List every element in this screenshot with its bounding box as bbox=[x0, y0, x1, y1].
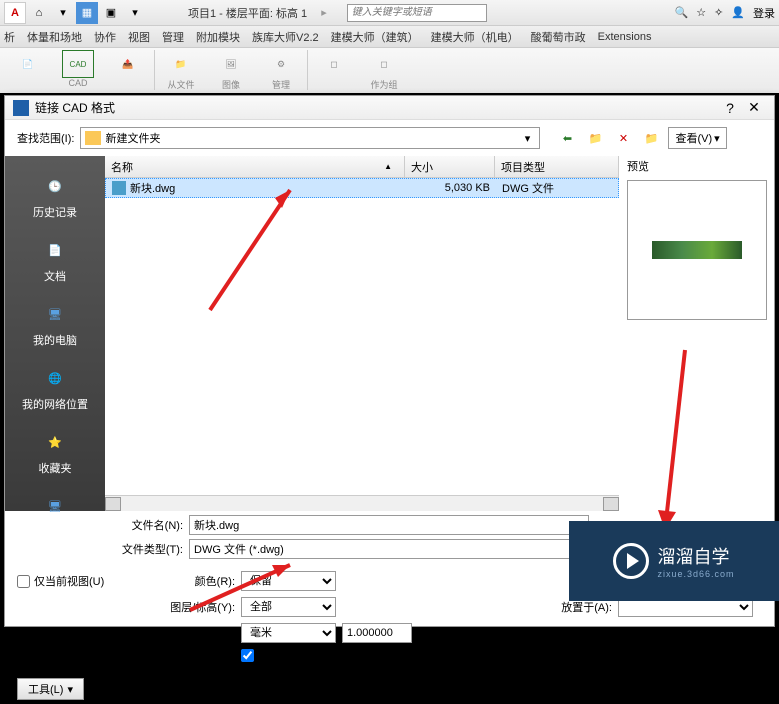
watermark-url: zixue.3d66.com bbox=[657, 569, 734, 579]
dialog-title-text: 链接 CAD 格式 bbox=[35, 99, 115, 116]
file-list-area: 名称 ▲ 大小 项目类型 新块.dwg 5,030 KB DWG 文件 bbox=[105, 156, 619, 511]
preview-label: 预览 bbox=[627, 156, 766, 176]
ribbon-tabs: 析 体量和场地 协作 视图 管理 附加模块 族库大师V2.2 建模大师（建筑） … bbox=[0, 26, 779, 48]
lookup-label: 查找范围(I): bbox=[17, 130, 74, 146]
color-label: 颜色(R): bbox=[157, 573, 235, 589]
tool-button[interactable]: ◻ bbox=[310, 50, 358, 78]
ribbon-tools: 📄 CADCAD 📤 📁从文件 🖼图像 ⚙管理 ◻ ◻作为组 bbox=[0, 48, 779, 93]
file-row[interactable]: 新块.dwg 5,030 KB DWG 文件 bbox=[105, 178, 619, 198]
path-dropdown[interactable]: 新建文件夹 ▾ bbox=[80, 127, 540, 149]
scroll-left-arrow[interactable] bbox=[105, 497, 121, 511]
sidebar-item-history[interactable]: 🕒 历史记录 bbox=[7, 164, 103, 226]
place-label: 放置于(A): bbox=[552, 599, 612, 615]
tab-item[interactable]: 管理 bbox=[162, 29, 184, 45]
app-logo-a[interactable]: A bbox=[4, 2, 26, 24]
path-text: 新建文件夹 bbox=[105, 130, 160, 146]
tool-button[interactable]: 🖼图像 bbox=[207, 50, 255, 91]
sidebar-item-favorites[interactable]: ⭐ 收藏夹 bbox=[7, 420, 103, 482]
horizontal-scrollbar[interactable] bbox=[105, 495, 619, 511]
back-button[interactable]: ⬅ bbox=[556, 127, 578, 149]
tool-button[interactable]: ⚙管理 bbox=[257, 50, 305, 91]
delete-icon[interactable]: ✕ bbox=[612, 127, 634, 149]
file-name: 新块.dwg bbox=[130, 180, 175, 196]
tab-item[interactable]: 协作 bbox=[94, 29, 116, 45]
sort-arrow-icon: ▲ bbox=[384, 162, 392, 171]
filetype-label: 文件类型(T): bbox=[117, 541, 183, 557]
tab-item[interactable]: 析 bbox=[4, 29, 15, 45]
document-title: 项目1 - 楼层平面: 标高 1 bbox=[188, 5, 307, 21]
layer-select[interactable]: 全部 bbox=[241, 597, 336, 617]
unit-label: 导入单位(S): bbox=[157, 625, 235, 641]
tool-button[interactable]: ◻作为组 bbox=[360, 50, 408, 91]
tab-item[interactable]: 附加模块 bbox=[196, 29, 240, 45]
close-button[interactable]: ✕ bbox=[742, 99, 766, 116]
preview-image bbox=[627, 180, 767, 320]
tab-item[interactable]: 体量和场地 bbox=[27, 29, 82, 45]
tab-item[interactable]: Extensions bbox=[598, 31, 652, 43]
tab-item[interactable]: 视图 bbox=[128, 29, 150, 45]
star-icon[interactable]: ☆ bbox=[696, 6, 706, 19]
computer-icon: 🖥 bbox=[39, 298, 71, 330]
file-list[interactable]: 新块.dwg 5,030 KB DWG 文件 bbox=[105, 178, 619, 495]
app-titlebar: A ⌂ ▾ ▦ ▣ ▾ 项目1 - 楼层平面: 标高 1 ▸ 🔍 ☆ ✧ 👤 登… bbox=[0, 0, 779, 26]
folder-icon bbox=[85, 131, 101, 145]
column-size[interactable]: 大小 bbox=[405, 156, 495, 177]
scroll-right-arrow[interactable] bbox=[603, 497, 619, 511]
tool-icon-2[interactable]: ▾ bbox=[124, 2, 146, 24]
dwg-file-icon bbox=[112, 181, 126, 195]
color-select[interactable]: 保留 bbox=[241, 571, 336, 591]
unit-number-input[interactable] bbox=[342, 623, 412, 643]
layer-label: 图层/标高(Y): bbox=[157, 599, 235, 615]
view-button[interactable]: 查看(V)▾ bbox=[668, 127, 726, 149]
file-size: 5,030 KB bbox=[406, 182, 496, 194]
tool-button-cad[interactable]: CADCAD bbox=[54, 50, 102, 88]
watermark-overlay: 溜溜自学 zixue.3d66.com bbox=[569, 521, 779, 601]
tab-item[interactable]: 建模大师（机电） bbox=[431, 29, 519, 45]
column-name[interactable]: 名称 ▲ bbox=[105, 156, 405, 177]
current-view-checkbox[interactable]: 仅当前视图(U) bbox=[17, 573, 157, 589]
tab-item[interactable]: 族库大师V2.2 bbox=[252, 29, 319, 45]
user-icon[interactable]: 👤 bbox=[731, 6, 745, 19]
history-icon: 🕒 bbox=[39, 170, 71, 202]
up-folder-icon[interactable]: 📁 bbox=[584, 127, 606, 149]
login-link[interactable]: 登录 bbox=[753, 5, 775, 21]
filetype-input[interactable] bbox=[189, 539, 589, 559]
favorites-icon: ⭐ bbox=[39, 426, 71, 458]
sidebar-item-documents[interactable]: 📄 文档 bbox=[7, 228, 103, 290]
tool-button[interactable]: 📁从文件 bbox=[157, 50, 205, 91]
sidebar-item-computer[interactable]: 🖥 我的电脑 bbox=[7, 292, 103, 354]
dialog-icon bbox=[13, 100, 29, 116]
tool-button[interactable]: 📄 bbox=[4, 50, 52, 78]
tab-item[interactable]: 建模大师（建筑） bbox=[331, 29, 419, 45]
tool-button[interactable]: 📤 bbox=[104, 50, 152, 78]
network-icon: 🌐 bbox=[39, 362, 71, 394]
file-list-header: 名称 ▲ 大小 项目类型 bbox=[105, 156, 619, 178]
tab-item[interactable]: 酸葡萄市政 bbox=[531, 29, 586, 45]
unit-select[interactable]: 毫米 bbox=[241, 623, 336, 643]
filename-label: 文件名(N): bbox=[117, 517, 183, 533]
dropdown-icon[interactable]: ▾ bbox=[52, 2, 74, 24]
chevron-down-icon[interactable]: ▾ bbox=[519, 132, 535, 145]
dialog-titlebar: 链接 CAD 格式 ? ✕ bbox=[5, 96, 774, 120]
layout-icon[interactable]: ▦ bbox=[76, 2, 98, 24]
help-button[interactable]: ? bbox=[718, 100, 742, 116]
watermark-title: 溜溜自学 bbox=[657, 543, 734, 569]
places-sidebar: 🕒 历史记录 📄 文档 🖥 我的电脑 🌐 我的网络位置 ⭐ 收藏夹 🖥 bbox=[5, 156, 105, 511]
play-icon bbox=[613, 543, 649, 579]
correct-axis-checkbox[interactable]: 纠正稍微偏离轴的线(F) bbox=[241, 649, 370, 666]
home-icon[interactable]: ⌂ bbox=[28, 2, 50, 24]
new-folder-icon[interactable]: 📁 bbox=[640, 127, 662, 149]
documents-icon: 📄 bbox=[39, 234, 71, 266]
column-type[interactable]: 项目类型 bbox=[495, 156, 619, 177]
binoculars-icon[interactable]: 🔍 bbox=[675, 6, 689, 19]
help-icon[interactable]: ✧ bbox=[714, 6, 723, 19]
sidebar-item-network[interactable]: 🌐 我的网络位置 bbox=[7, 356, 103, 418]
tool-icon-1[interactable]: ▣ bbox=[100, 2, 122, 24]
tools-button[interactable]: 工具(L)▾ bbox=[17, 678, 84, 700]
search-input[interactable] bbox=[347, 4, 487, 22]
file-type: DWG 文件 bbox=[496, 180, 618, 196]
preview-panel: 预览 bbox=[619, 156, 774, 511]
filename-input[interactable] bbox=[189, 515, 589, 535]
dialog-toolbar: 查找范围(I): 新建文件夹 ▾ ⬅ 📁 ✕ 📁 查看(V)▾ bbox=[5, 120, 774, 156]
